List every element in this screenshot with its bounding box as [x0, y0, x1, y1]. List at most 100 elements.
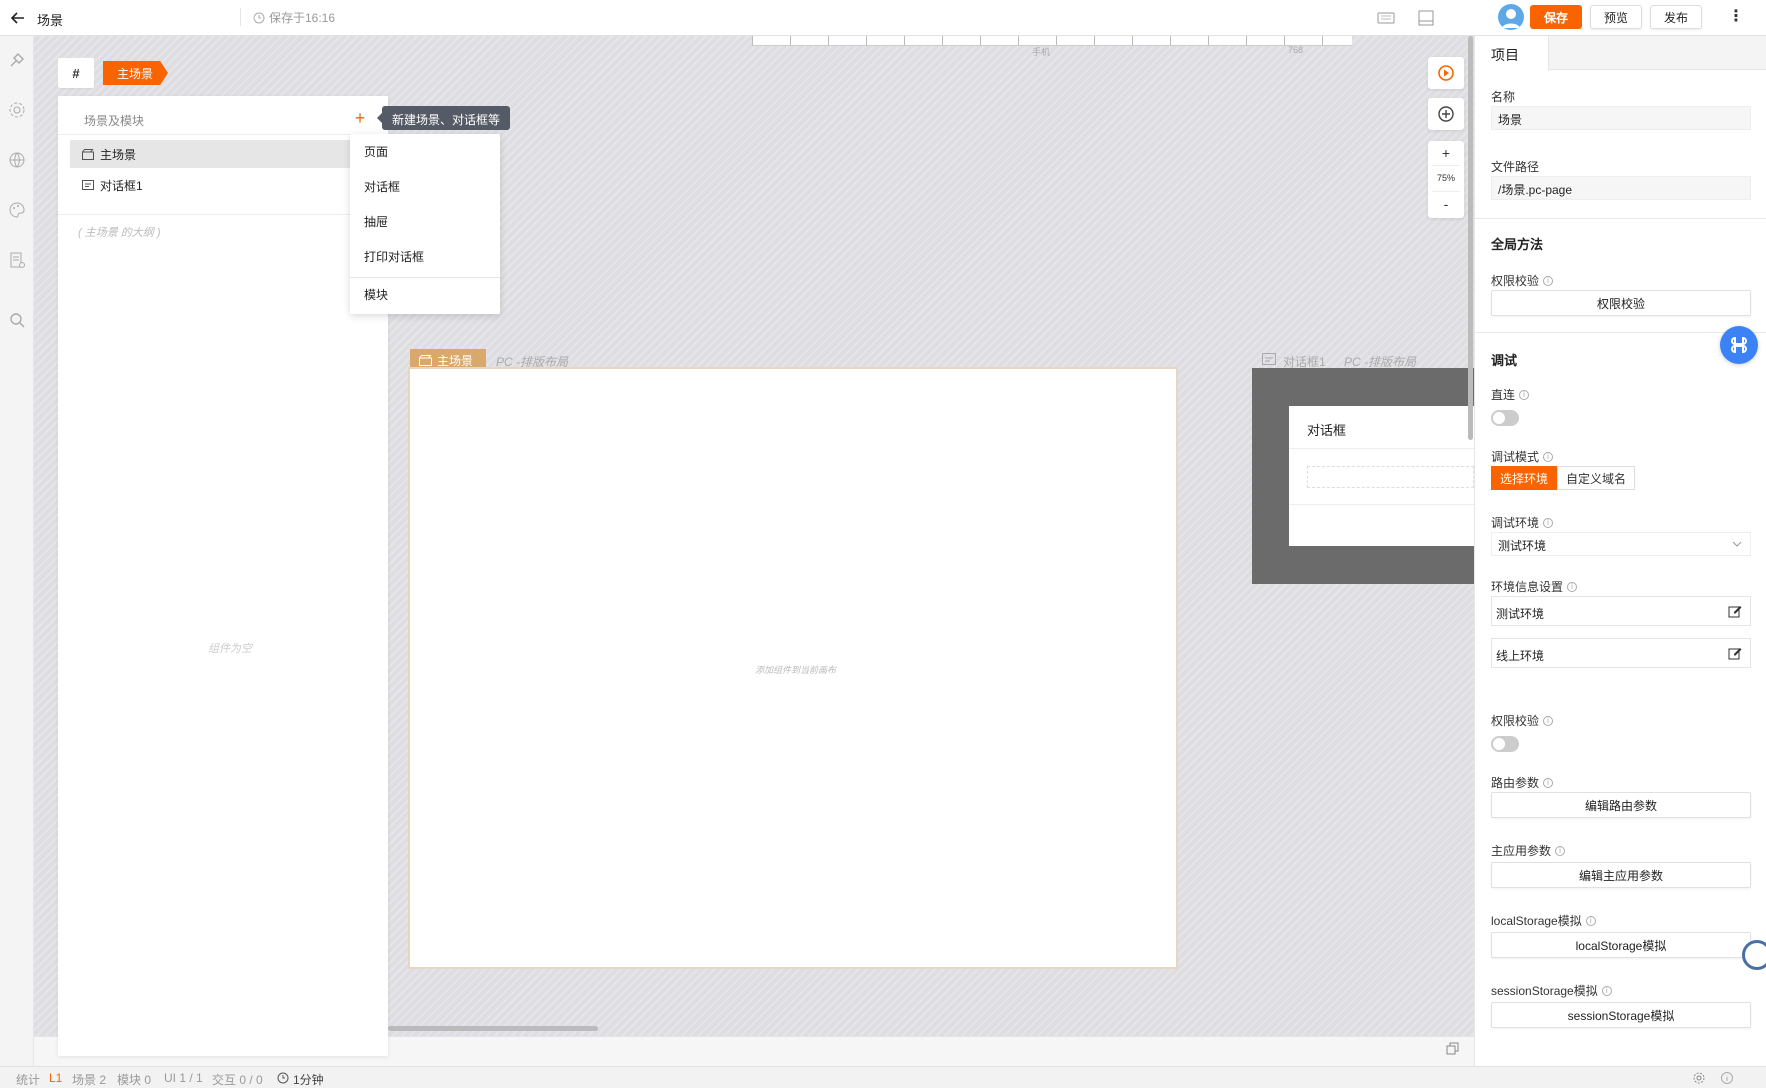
- panel-tabs: 项目: [1475, 36, 1766, 71]
- debug-env-select[interactable]: 测试环境: [1491, 532, 1751, 556]
- empty-components-text: 组件为空: [208, 643, 252, 655]
- edit-main-app-params-button[interactable]: 编辑主应用参数: [1491, 862, 1751, 888]
- auth-button[interactable]: 权限校验: [1491, 290, 1751, 316]
- copy-icon[interactable]: [1446, 1042, 1460, 1056]
- debug-mode-option-domain[interactable]: 自定义域名: [1557, 466, 1636, 490]
- direct-label-text: 直连: [1491, 388, 1516, 402]
- info-icon[interactable]: [1720, 1071, 1734, 1085]
- dialog-icon: [82, 179, 94, 190]
- dialog-content-slot[interactable]: [1307, 466, 1474, 488]
- edit-route-params-button[interactable]: 编辑路由参数: [1491, 792, 1751, 818]
- horizontal-scrollbar[interactable]: [388, 1026, 598, 1031]
- divider: [1475, 218, 1766, 219]
- command-shortcut-button[interactable]: [1720, 326, 1758, 364]
- chevron-down-icon: [1732, 541, 1742, 547]
- edit-icon[interactable]: [1728, 604, 1742, 618]
- globe-icon[interactable]: [7, 150, 27, 170]
- info-icon[interactable]: i: [1567, 581, 1578, 592]
- avatar[interactable]: [1498, 4, 1524, 30]
- info-icon[interactable]: i: [1601, 985, 1612, 996]
- zoom-in-button[interactable]: +: [1428, 145, 1464, 161]
- scene-item-main[interactable]: 主场景: [70, 140, 360, 168]
- top-bar: 场景 保存于16:16 保存 预览 发布 ⋮: [0, 0, 1766, 36]
- elapsed-time: 1分钟: [293, 1073, 324, 1087]
- main-scene-frame[interactable]: 添加组件到当前画布: [408, 367, 1178, 969]
- debug-mode-option-env[interactable]: 选择环境: [1491, 466, 1558, 490]
- edit-icon[interactable]: [1728, 646, 1742, 660]
- env-row-online[interactable]: 线上环境: [1491, 638, 1751, 668]
- clapperboard-icon: [419, 354, 432, 366]
- divider: [1289, 504, 1474, 505]
- debug-env-label-text: 调试环境: [1491, 516, 1540, 530]
- info-icon[interactable]: i: [1543, 451, 1554, 462]
- document-settings-icon[interactable]: [7, 250, 27, 270]
- env-info-label: 环境信息设置 i: [1491, 578, 1578, 595]
- add-scene-tooltip: 新建场景、对话框等: [376, 106, 511, 130]
- info-icon[interactable]: i: [1543, 777, 1554, 788]
- divider: [1432, 191, 1460, 192]
- run-preview-button[interactable]: [1428, 57, 1464, 89]
- info-icon[interactable]: i: [1543, 715, 1554, 726]
- locate-icon: [1438, 106, 1454, 122]
- scene-item-dialog1[interactable]: 对话框1: [70, 171, 360, 199]
- debug-mode-label: 调试模式 i: [1491, 448, 1554, 465]
- save-button[interactable]: 保存: [1530, 5, 1582, 29]
- info-icon[interactable]: i: [1543, 275, 1554, 286]
- auth2-label: 权限校验 i: [1491, 712, 1554, 729]
- dropdown-item-print-dialog[interactable]: 打印对话框: [364, 248, 424, 265]
- sessionstorage-button[interactable]: sessionStorage模拟: [1491, 1002, 1751, 1028]
- new-scene-dropdown: 页面 对话框 抽屉 打印对话框 模块: [350, 134, 500, 314]
- dropdown-item-page[interactable]: 页面: [364, 143, 388, 160]
- zoom-out-button[interactable]: -: [1428, 196, 1464, 212]
- dropdown-item-dialog[interactable]: 对话框: [364, 178, 400, 195]
- path-label: 文件路径: [1491, 160, 1540, 174]
- auth-toggle[interactable]: [1491, 736, 1519, 752]
- module-count: 模块 0: [117, 1073, 152, 1087]
- info-icon[interactable]: i: [1543, 517, 1554, 528]
- search-icon[interactable]: [7, 310, 27, 330]
- dropdown-item-drawer[interactable]: 抽屉: [364, 213, 388, 230]
- sessionstorage-label: sessionStorage模拟 i: [1491, 982, 1612, 999]
- dialog-frame[interactable]: 对话框: [1289, 406, 1474, 546]
- ruler: [752, 36, 1352, 46]
- ruler-label-768: 768: [1288, 45, 1304, 55]
- settings-icon[interactable]: [1692, 1071, 1706, 1085]
- info-icon[interactable]: i: [1585, 915, 1596, 926]
- name-field[interactable]: 场景: [1491, 106, 1751, 130]
- command-icon: [1731, 336, 1747, 354]
- gear-icon[interactable]: [7, 100, 27, 120]
- more-options-icon[interactable]: ⋮: [1728, 8, 1744, 28]
- keyboard-icon[interactable]: [1376, 8, 1396, 28]
- clock-icon: [277, 1072, 289, 1084]
- hash-button[interactable]: #: [58, 58, 94, 88]
- palette-icon[interactable]: [7, 200, 27, 220]
- back-arrow-icon[interactable]: [8, 8, 28, 28]
- locate-button[interactable]: [1428, 98, 1464, 130]
- dialog-icon: [1262, 353, 1276, 365]
- localstorage-button[interactable]: localStorage模拟: [1491, 932, 1751, 958]
- user-icon: [1502, 9, 1520, 28]
- sessionstorage-label-text: sessionStorage模拟: [1491, 984, 1598, 998]
- info-icon[interactable]: i: [1519, 389, 1530, 400]
- dropdown-item-module[interactable]: 模块: [364, 286, 388, 303]
- vertical-scrollbar[interactable]: [1468, 36, 1473, 440]
- direct-label: 直连 i: [1491, 386, 1530, 403]
- info-icon[interactable]: i: [1555, 845, 1566, 856]
- dialog-title: 对话框: [1307, 423, 1347, 438]
- preview-button[interactable]: 预览: [1590, 5, 1642, 29]
- publish-button[interactable]: 发布: [1650, 5, 1702, 29]
- add-scene-button[interactable]: +: [350, 108, 370, 128]
- tab-project[interactable]: 项目: [1475, 36, 1549, 71]
- layout-panel-icon[interactable]: [1416, 8, 1436, 28]
- scene-breadcrumb-tag[interactable]: 主场景: [103, 61, 168, 85]
- divider: [1289, 448, 1474, 449]
- path-field[interactable]: /场景.pc-page: [1491, 176, 1751, 200]
- localstorage-label: localStorage模拟 i: [1491, 912, 1596, 929]
- assistant-bot-button[interactable]: [1742, 940, 1766, 970]
- scenes-panel: 场景及模块 + 主场景 对话框1 ( 主场景 的大纲 ) 组件为空: [58, 96, 388, 1056]
- env-row-label: 测试环境: [1496, 607, 1545, 621]
- divider: [240, 8, 241, 26]
- direct-toggle[interactable]: [1491, 410, 1519, 426]
- plugin-icon[interactable]: [7, 50, 27, 70]
- env-row-test[interactable]: 测试环境: [1491, 596, 1751, 626]
